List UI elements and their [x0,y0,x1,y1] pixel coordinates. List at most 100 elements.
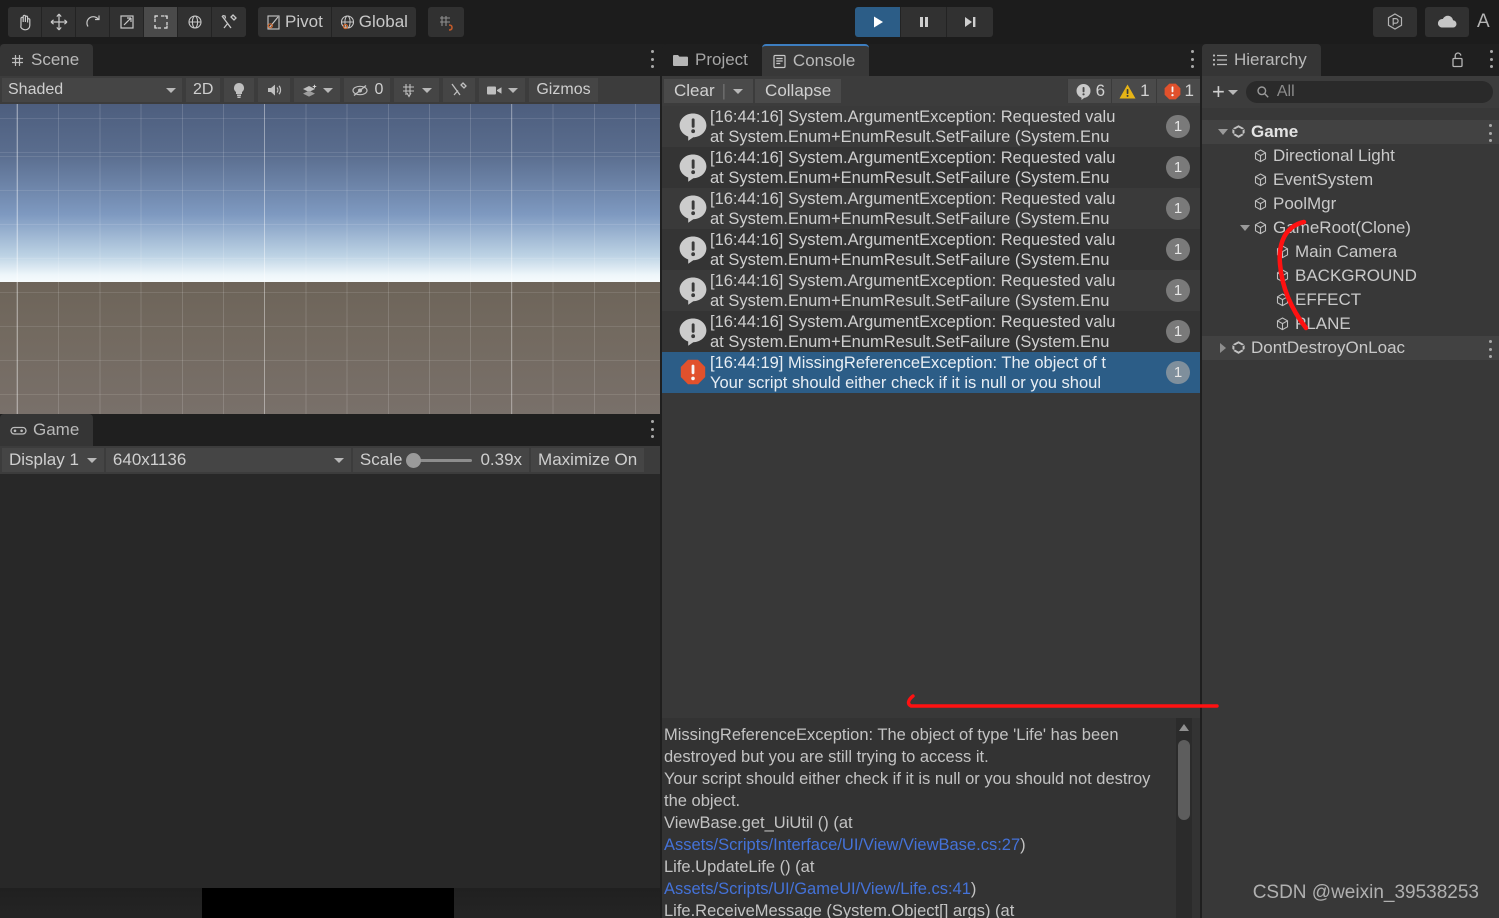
hierarchy-item-menu[interactable] [1488,340,1492,358]
audio-toggle-button[interactable] [258,78,291,102]
error-filter-button[interactable]: 1 [1155,79,1200,103]
hidden-objects-button[interactable]: 0 [344,78,391,102]
gizmos-button[interactable]: Gizmos [529,78,598,102]
toggle-2d-button[interactable]: 2D [186,78,221,102]
grid-chevron-down-icon[interactable] [422,87,433,93]
expand-toggle[interactable] [1216,129,1230,135]
expand-toggle[interactable] [1238,225,1252,231]
grid-snap-button[interactable] [427,7,464,37]
search-input[interactable]: All [1245,81,1493,103]
collapse-count-badge: 1 [1166,361,1190,384]
scene-panel: Scene Shaded 2D 0 Gizmos [0,44,660,414]
scale-slider-knob[interactable] [406,452,422,468]
clear-button[interactable]: Clear | [664,79,754,103]
add-gameobject-button[interactable]: + [1208,79,1242,104]
hierarchy-tree[interactable]: Game Directional Light EventSystem PoolMgr G… [1202,120,1499,918]
info-filter-button[interactable]: 6 [1066,79,1112,103]
fx-chevron-down-icon[interactable] [323,87,334,93]
tab-hierarchy[interactable]: Hierarchy [1202,44,1321,76]
hierarchy-item[interactable]: BACKGROUND [1202,264,1499,288]
hierarchy-item[interactable]: PoolMgr [1202,192,1499,216]
display-label: Display 1 [9,450,79,469]
collab-icon[interactable] [1373,7,1417,37]
tab-project[interactable]: Project [662,44,762,76]
console-filter-counts: 6 1 1 [1066,79,1200,103]
expand-toggle[interactable] [1216,343,1230,353]
hand-tool-button[interactable] [8,7,42,37]
hierarchy-item[interactable]: Directional Light [1202,144,1499,168]
hierarchy-item[interactable]: EventSystem [1202,168,1499,192]
step-button[interactable] [947,7,993,37]
console-log-list[interactable]: [16:44:16] System.ArgumentException: Req… [662,106,1200,718]
hierarchy-item[interactable]: GameRoot(Clone) [1202,216,1499,240]
lock-icon[interactable] [1450,51,1465,73]
scroll-up-arrow-icon[interactable] [1179,724,1189,731]
move-tool-button[interactable] [42,7,76,37]
transform-tool-button[interactable] [178,7,212,37]
hierarchy-item[interactable]: Main Camera [1202,240,1499,264]
scale-slider-group[interactable]: Scale 0.39x [352,448,530,472]
hidden-count-label: 0 [374,81,384,98]
hierarchy-item-menu[interactable] [1488,124,1492,142]
detail-scrollbar-thumb[interactable] [1178,740,1190,820]
tab-console[interactable]: Console [761,44,870,76]
hierarchy-item[interactable]: PLANE [1202,312,1499,336]
add-chevron-down-icon[interactable] [1227,89,1238,95]
hierarchy-item[interactable]: Game [1202,120,1499,144]
console-log-message: [16:44:16] System.ArgumentException: Req… [710,230,1200,270]
hierarchy-item[interactable]: EFFECT [1202,288,1499,312]
detail-scrollbar[interactable] [1176,718,1192,918]
maximize-on-play-button[interactable]: Maximize On [531,448,645,472]
scene-camera-button[interactable] [479,78,526,102]
lighting-toggle-button[interactable] [224,78,255,102]
shading-mode-dropdown[interactable]: Shaded [2,78,182,102]
custom-tool-button[interactable] [212,7,246,37]
cloud-icon[interactable] [1425,7,1469,37]
camera-chevron-down-icon[interactable] [508,87,519,93]
console-log-row[interactable]: [16:44:16] System.ArgumentException: Req… [662,229,1200,270]
resolution-dropdown[interactable]: 640x1136 [105,448,351,472]
console-log-row[interactable]: [16:44:19] MissingReferenceException: Th… [662,352,1200,393]
console-log-row[interactable]: [16:44:16] System.ArgumentException: Req… [662,106,1200,147]
global-button[interactable]: Global [331,7,416,37]
gizmos-label: Gizmos [536,81,591,98]
collapse-button[interactable]: Collapse [755,79,842,103]
console-log-row[interactable]: [16:44:16] System.ArgumentException: Req… [662,147,1200,188]
play-button[interactable] [855,7,901,37]
pivot-label: Pivot [285,12,323,31]
console-detail-pane[interactable]: MissingReferenceException: The object of… [662,718,1200,918]
error-count: 1 [1184,81,1194,100]
hierarchy-item[interactable]: DontDestroyOnLoac [1202,336,1499,360]
scale-tool-button[interactable] [110,7,144,37]
pivot-button[interactable]: Pivot [258,7,332,37]
game-viewport[interactable] [0,888,660,918]
pause-button[interactable] [901,7,947,37]
game-panel-menu[interactable] [650,420,654,438]
scene-tools-button[interactable] [443,78,476,102]
scene-panel-menu[interactable] [650,50,654,68]
console-log-row[interactable]: [16:44:16] System.ArgumentException: Req… [662,311,1200,352]
hierarchy-item-label: EventSystem [1273,170,1374,189]
scene-viewport[interactable] [0,104,660,414]
warning-filter-button[interactable]: 1 [1111,79,1156,103]
detail-link-1[interactable]: Assets/Scripts/Interface/UI/View/ViewBas… [664,836,1020,854]
clear-chevron-down-icon[interactable] [733,88,744,94]
tab-scene[interactable]: Scene [0,44,94,76]
fx-toggle-button[interactable] [294,78,341,102]
scale-slider[interactable] [406,452,473,468]
account-button[interactable]: A [1477,7,1499,37]
rotate-tool-button[interactable] [76,7,110,37]
hierarchy-panel-menu[interactable] [1489,50,1493,68]
tab-game[interactable]: Game [0,414,94,446]
console-log-row[interactable]: [16:44:16] System.ArgumentException: Req… [662,270,1200,311]
console-log-row[interactable]: [16:44:16] System.ArgumentException: Req… [662,188,1200,229]
rect-tool-button[interactable] [144,7,178,37]
scene-grid-button[interactable] [394,78,440,102]
unity-scene-icon [1230,124,1251,140]
detail-link-2[interactable]: Assets/Scripts/UI/GameUI/View/Life.cs:41 [664,880,971,898]
log-line-2: at System.Enum+EnumResult.SetFailure (Sy… [710,332,1110,351]
hierarchy-toolbar: + All [1202,76,1499,108]
console-panel-menu[interactable] [1190,50,1194,68]
log-line-2: at System.Enum+EnumResult.SetFailure (Sy… [710,168,1110,187]
display-dropdown[interactable]: Display 1 [2,448,104,472]
